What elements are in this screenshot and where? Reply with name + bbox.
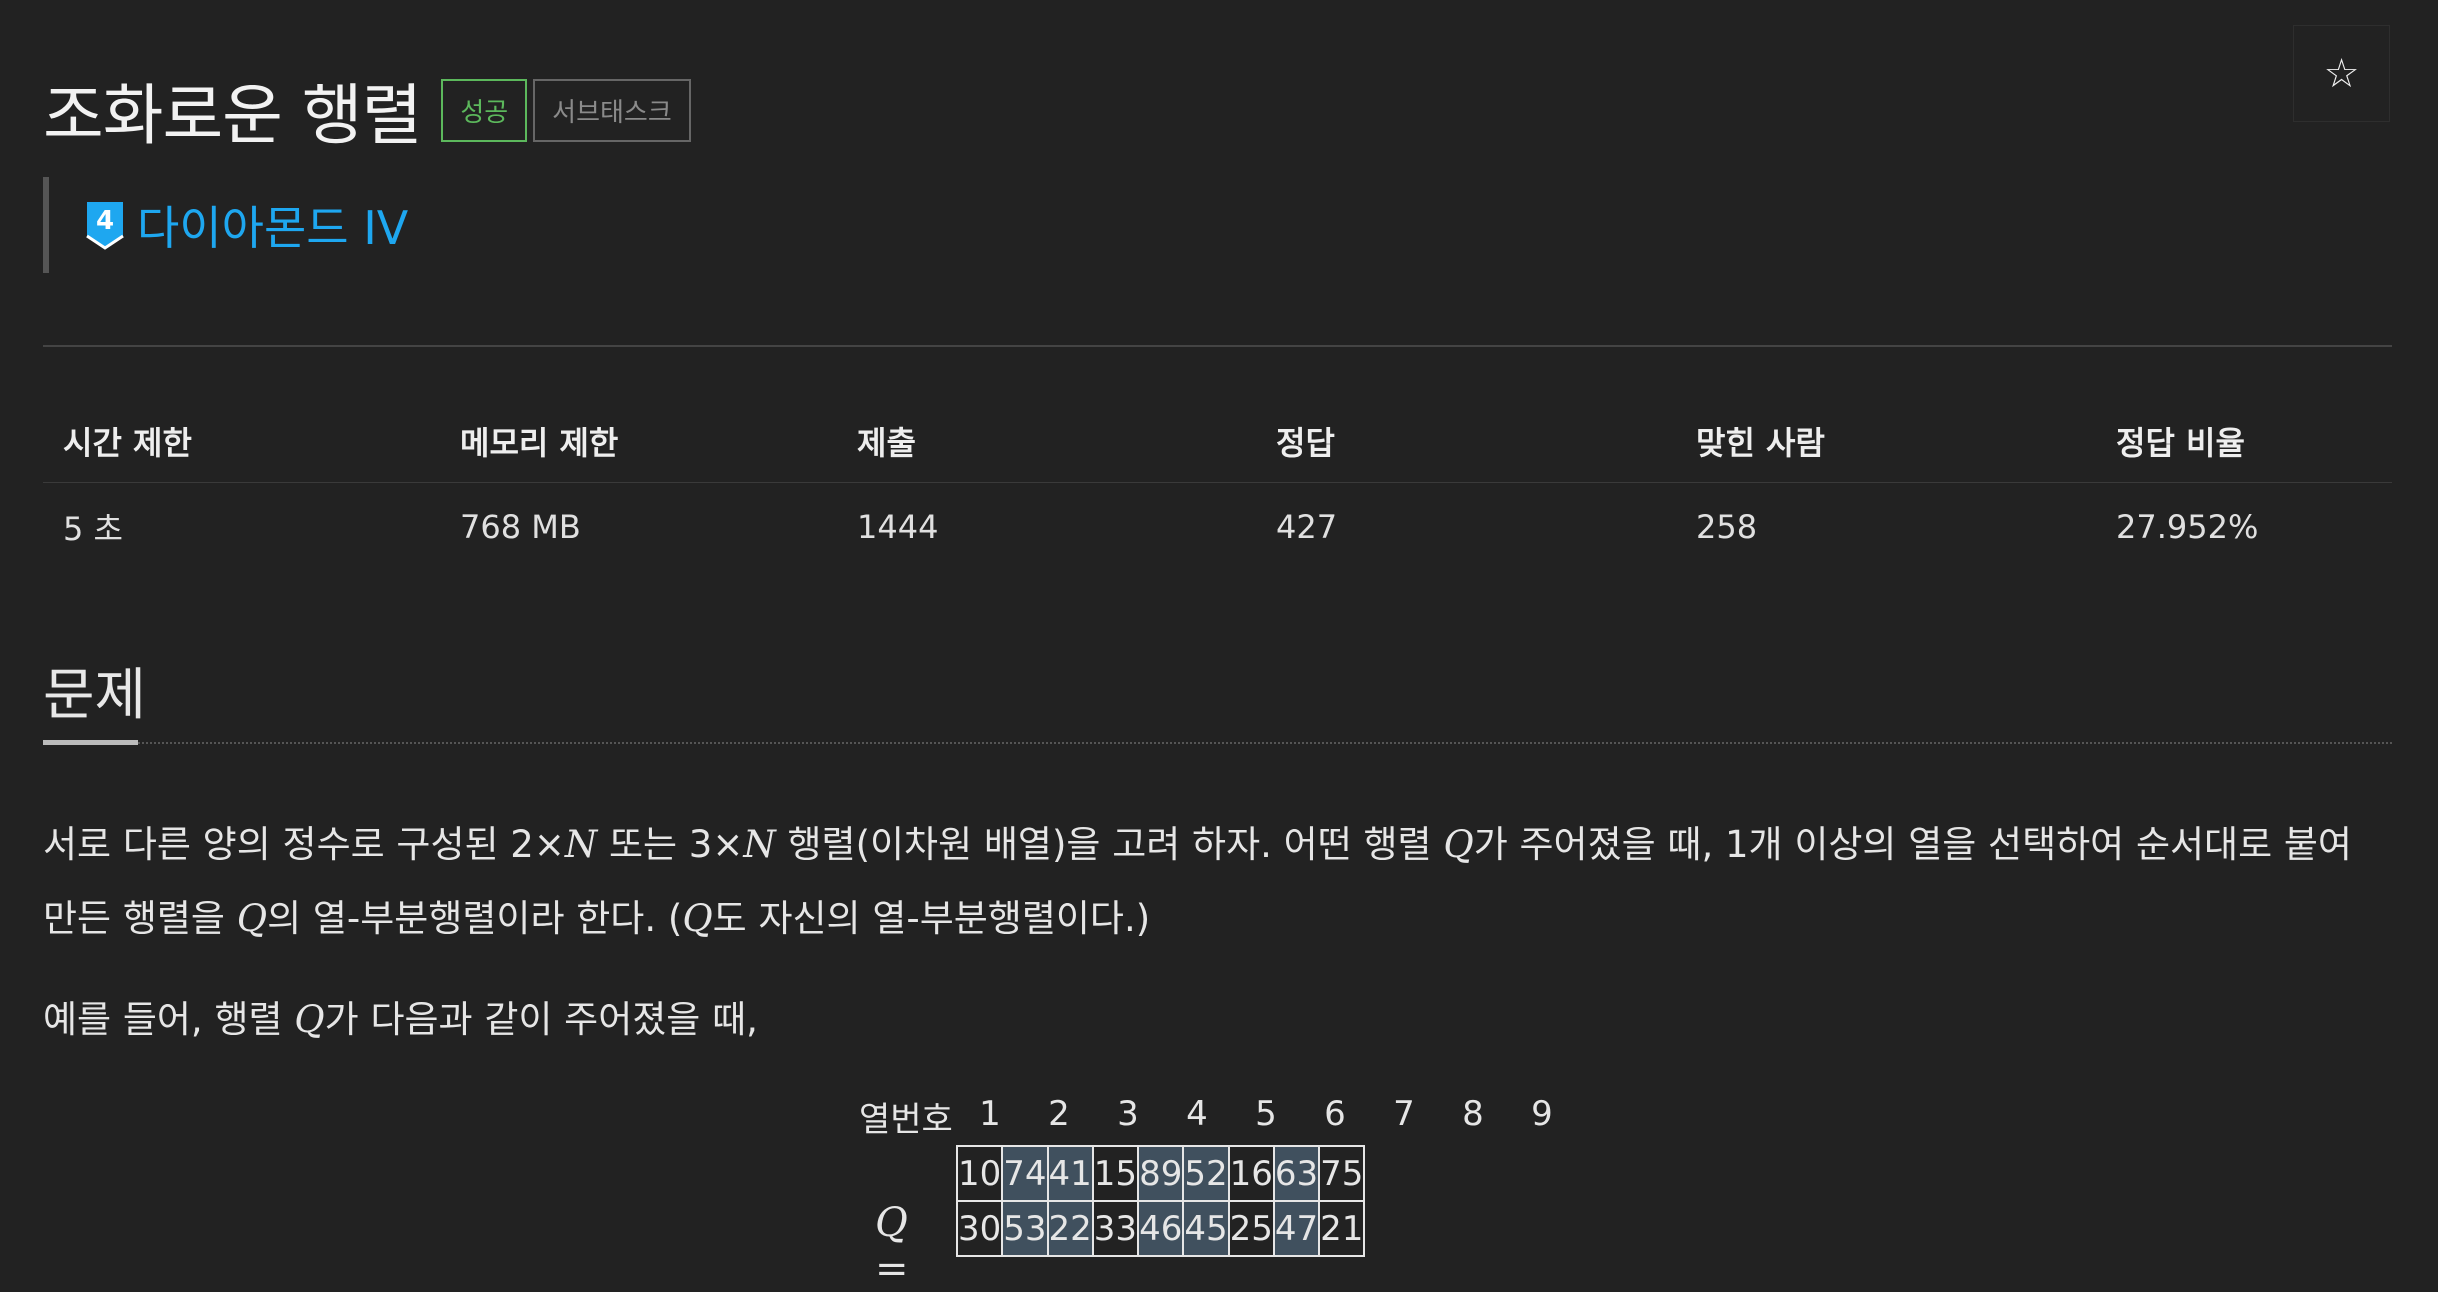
time-limit-header: 시간 제한 [43, 400, 440, 483]
column-number-5: 5 [1255, 1094, 1277, 1134]
matrix-cell: 10 [955, 1145, 1004, 1202]
matrix-row: 10 74 41 15 89 52 16 63 75 [955, 1145, 1366, 1202]
matrix-cell: 75 [1318, 1145, 1366, 1202]
example-intro-paragraph: 예를 들어, 행렬 Q가 다음과 같이 주어졌을 때, [43, 998, 758, 1041]
accepted-value[interactable]: 427 [1256, 483, 1676, 572]
matrix-cell: 89 [1137, 1145, 1185, 1202]
header-divider [43, 345, 2392, 347]
column-number-4: 4 [1186, 1094, 1208, 1134]
matrix-q-table: 10 74 41 15 89 52 16 63 75 30 53 22 33 46 45 25 47 21 [955, 1145, 1366, 1257]
matrix-row: 30 53 22 33 46 45 25 47 21 [955, 1200, 1366, 1257]
time-limit-value: 5 초 [63, 510, 123, 548]
q-equals-label: Q = [875, 1200, 909, 1292]
matrix-cell: 41 [1046, 1145, 1094, 1202]
info-header-row: 시간 제한 메모리 제한 제출 정답 맞힌 사람 정답 비율 [43, 400, 2392, 483]
submissions-value[interactable]: 1444 [837, 483, 1256, 572]
accept-rate-header: 정답 비율 [2096, 400, 2392, 483]
diamond-tier-badge-icon: 4 [86, 202, 124, 250]
matrix-cell: 53 [1001, 1200, 1049, 1257]
matrix-cell: 15 [1091, 1145, 1140, 1202]
problem-section-title: 문제 [43, 663, 147, 728]
matrix-cell: 74 [1001, 1145, 1049, 1202]
matrix-cell: 16 [1227, 1145, 1275, 1202]
info-value-row: 5 초 768 MB 1444 427 258 27.952% [43, 483, 2392, 572]
submissions-header: 제출 [837, 400, 1256, 483]
matrix-cell: 45 [1182, 1200, 1230, 1257]
column-number-7: 7 [1393, 1094, 1415, 1134]
success-label: 성공 [441, 78, 528, 142]
title-row: 조화로운 행렬 성공 서브태스크 [43, 62, 691, 158]
solved-users-value[interactable]: 258 [1676, 483, 2096, 572]
tier-name-link[interactable]: 다이아몬드 IV [137, 192, 408, 258]
accept-rate-value: 27.952% [2116, 508, 2259, 546]
matrix-cell: 63 [1272, 1145, 1321, 1202]
subtask-label: 서브태스크 [533, 78, 691, 142]
matrix-cell: 25 [1227, 1200, 1275, 1257]
tier-badge-number: 4 [96, 206, 114, 236]
column-number-1: 1 [979, 1094, 1001, 1134]
problem-description-paragraph: 서로 다른 양의 정수로 구성된 2×N 또는 3×N 행렬(이차원 배열)을 … [43, 823, 2352, 940]
problem-title: 조화로운 행렬 [43, 77, 422, 154]
column-number-9: 9 [1531, 1094, 1553, 1134]
solved-users-header: 맞힌 사람 [1676, 400, 2096, 483]
favorite-star-button[interactable]: ☆ [2293, 25, 2390, 122]
matrix-cell: 21 [1318, 1200, 1366, 1257]
matrix-cell: 22 [1046, 1200, 1094, 1257]
matrix-cell: 46 [1137, 1200, 1185, 1257]
section-dotted-divider [138, 742, 2392, 744]
problem-page: 조화로운 행렬 성공 서브태스크 ☆ 4 다이아몬드 IV 시간 제한 메모리 … [0, 0, 2438, 1292]
matrix-cell: 47 [1272, 1200, 1321, 1257]
column-number-8: 8 [1462, 1094, 1484, 1134]
matrix-cell: 30 [955, 1200, 1004, 1257]
memory-limit-value: 768 MB [460, 508, 581, 546]
accepted-header: 정답 [1256, 400, 1676, 483]
star-icon: ☆ [2323, 50, 2360, 97]
column-number-3: 3 [1117, 1094, 1139, 1134]
matrix-cell: 33 [1091, 1200, 1140, 1257]
problem-info-table: 시간 제한 메모리 제한 제출 정답 맞힌 사람 정답 비율 5 초 768 M… [43, 400, 2392, 571]
column-number-2: 2 [1048, 1094, 1070, 1134]
memory-limit-header: 메모리 제한 [440, 400, 837, 483]
matrix-cell: 52 [1182, 1145, 1230, 1202]
column-number-header: 열번호 [859, 1100, 953, 1140]
column-number-6: 6 [1324, 1094, 1346, 1134]
section-title-underline [43, 740, 138, 745]
tier-box: 4 다이아몬드 IV [43, 177, 408, 273]
